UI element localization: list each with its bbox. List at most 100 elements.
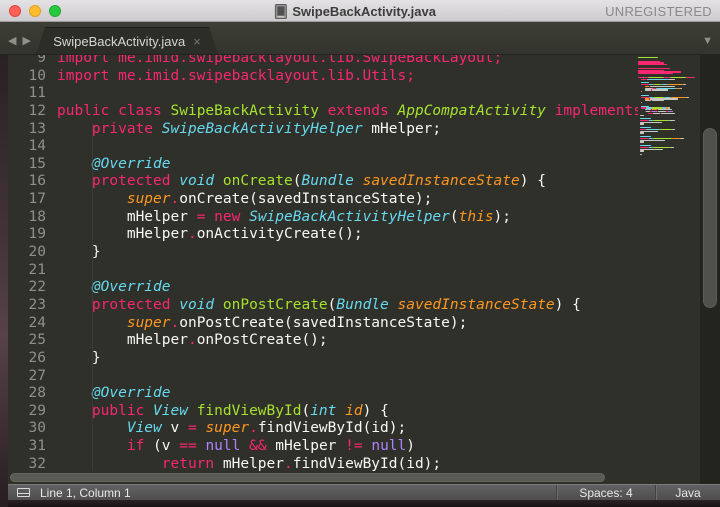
- line-number: 18: [28, 208, 46, 225]
- code-text: import me.imid.swipebacklayout.lib.Swipe…: [57, 55, 503, 66]
- line-number: 23: [28, 296, 46, 313]
- line-number: 28: [28, 385, 46, 402]
- code-line[interactable]: 21: [8, 262, 638, 280]
- vertical-scrollbar-thumb[interactable]: [703, 128, 717, 308]
- code-line[interactable]: 22 @Override: [8, 279, 638, 297]
- code-line[interactable]: 28 @Override: [8, 385, 638, 403]
- code-text: @Override: [91, 279, 171, 296]
- indentation-menu[interactable]: Spaces: 4: [556, 485, 655, 500]
- code-line[interactable]: 30 View v = super.findViewById(id);: [8, 420, 638, 438]
- line-number: 30: [28, 420, 46, 437]
- line-number: 27: [28, 367, 46, 384]
- code-line[interactable]: 9 import me.imid.swipebacklayout.lib.Swip…: [8, 55, 638, 68]
- code-text: @Override: [91, 385, 171, 402]
- code-line[interactable]: 26 }: [8, 350, 638, 368]
- line-number: 16: [28, 173, 46, 190]
- code-text: View v = super.findViewById(id);: [126, 420, 407, 437]
- line-number: 22: [28, 279, 46, 296]
- document-icon: [274, 3, 287, 19]
- desktop-wallpaper-strip: [0, 55, 8, 507]
- tab-close-icon[interactable]: ×: [193, 34, 201, 49]
- line-number: 10: [28, 67, 46, 84]
- cursor-position-label: Line 1, Column 1: [40, 485, 131, 500]
- code-line[interactable]: 15 @Override: [8, 156, 638, 174]
- code-text: mHelper.onActivityCreate();: [57, 226, 363, 243]
- syntax-menu[interactable]: Java: [655, 485, 720, 500]
- code-text: super.onCreate(savedInstanceState);: [126, 191, 433, 208]
- zoom-window-button[interactable]: [49, 4, 61, 17]
- unregistered-label: UNREGISTERED: [605, 3, 712, 19]
- code-text: @Override: [91, 155, 171, 172]
- minimize-window-button[interactable]: [29, 4, 41, 17]
- code-text: return mHelper.findViewById(id);: [161, 455, 442, 472]
- code-line[interactable]: 16 protected void onCreate(Bundle savedI…: [8, 173, 638, 191]
- line-number: 11: [28, 85, 46, 102]
- panel-toggle-icon[interactable]: [17, 488, 30, 497]
- code-text: private SwipeBackActivityHelper mHelper;: [91, 120, 442, 137]
- tab-bar: ◀ ▶ SwipeBackActivity.java × ▼: [0, 22, 720, 55]
- horizontal-scrollbar-thumb[interactable]: [10, 473, 605, 482]
- status-bar: Line 1, Column 1 Spaces: 4 Java: [0, 484, 720, 500]
- code-line[interactable]: 27: [8, 368, 638, 386]
- code-line[interactable]: 18 mHelper = new SwipeBackActivityHelper…: [8, 209, 638, 227]
- code-line[interactable]: 17 super.onCreate(savedInstanceState);: [8, 191, 638, 209]
- code-text: mHelper.onPostCreate();: [57, 332, 328, 349]
- code-text: public class SwipeBackActivity extends A…: [57, 102, 638, 119]
- nav-forward-icon[interactable]: ▶: [22, 34, 30, 47]
- line-number: 15: [28, 155, 46, 172]
- code-text: public View findViewById(int id) {: [91, 402, 389, 419]
- line-number: 20: [28, 244, 46, 261]
- line-number: 19: [28, 226, 46, 243]
- code-line[interactable]: 20 }: [8, 244, 638, 262]
- code-line[interactable]: 25 mHelper.onPostCreate();: [8, 332, 638, 350]
- vertical-scrollbar-track[interactable]: [700, 55, 720, 484]
- code-line[interactable]: 11: [8, 85, 638, 103]
- code-line[interactable]: 23 protected void onPostCreate(Bundle sa…: [8, 297, 638, 315]
- line-number: 32: [28, 455, 46, 472]
- code-text: mHelper = new SwipeBackActivityHelper(th…: [57, 208, 512, 225]
- code-line[interactable]: 12 public class SwipeBackActivity extends…: [8, 103, 638, 121]
- tab-overflow-icon[interactable]: ▼: [702, 35, 713, 47]
- horizontal-scrollbar-track[interactable]: [8, 472, 700, 484]
- editor-pane[interactable]: 9 import me.imid.swipebacklayout.lib.Swip…: [8, 55, 720, 484]
- titlebar: SwipeBackActivity.java UNREGISTERED: [0, 0, 720, 22]
- code-text: import me.imid.swipebacklayout.lib.Utils…: [57, 67, 415, 84]
- window-bottom-edge: [8, 500, 720, 507]
- line-number: 26: [28, 349, 46, 366]
- close-window-button[interactable]: [9, 4, 21, 17]
- line-number: 21: [28, 261, 46, 278]
- tab-swipebackactivity[interactable]: SwipeBackActivity.java ×: [36, 27, 218, 54]
- nav-back-icon[interactable]: ◀: [8, 34, 16, 47]
- code-line[interactable]: 32 return mHelper.findViewById(id);: [8, 456, 638, 474]
- code-line[interactable]: 29 public View findViewById(int id) {: [8, 403, 638, 421]
- code-text: super.onPostCreate(savedInstanceState);: [126, 314, 468, 331]
- code-line[interactable]: 14: [8, 138, 638, 156]
- code-line[interactable]: 13 private SwipeBackActivityHelper mHelp…: [8, 121, 638, 139]
- window-title: SwipeBackActivity.java: [292, 3, 436, 19]
- line-number: 31: [28, 438, 46, 455]
- line-number: 13: [28, 120, 46, 137]
- line-number: 17: [28, 191, 46, 208]
- code-area[interactable]: 9 import me.imid.swipebacklayout.lib.Swip…: [8, 55, 638, 484]
- app-window: SwipeBackActivity.java UNREGISTERED ◀ ▶ …: [0, 0, 720, 507]
- line-number: 9: [37, 55, 46, 66]
- indent-guide: [91, 123, 93, 471]
- line-number: 25: [28, 332, 46, 349]
- code-line[interactable]: 31 if (v == null && mHelper != null): [8, 438, 638, 456]
- code-text: if (v == null && mHelper != null): [126, 438, 415, 455]
- code-line[interactable]: 24 super.onPostCreate(savedInstanceState…: [8, 315, 638, 333]
- tab-label: SwipeBackActivity.java: [53, 33, 186, 49]
- traffic-lights: [9, 4, 61, 17]
- minimap[interactable]: [638, 57, 700, 477]
- line-number: 12: [28, 102, 46, 119]
- code-line[interactable]: 19 mHelper.onActivityCreate();: [8, 226, 638, 244]
- code-text: protected void onCreate(Bundle savedInst…: [91, 173, 546, 190]
- code-line[interactable]: 10 import me.imid.swipebacklayout.lib.Uti…: [8, 68, 638, 86]
- line-number: 14: [28, 138, 46, 155]
- code-text: protected void onPostCreate(Bundle saved…: [91, 296, 581, 313]
- line-number: 24: [28, 314, 46, 331]
